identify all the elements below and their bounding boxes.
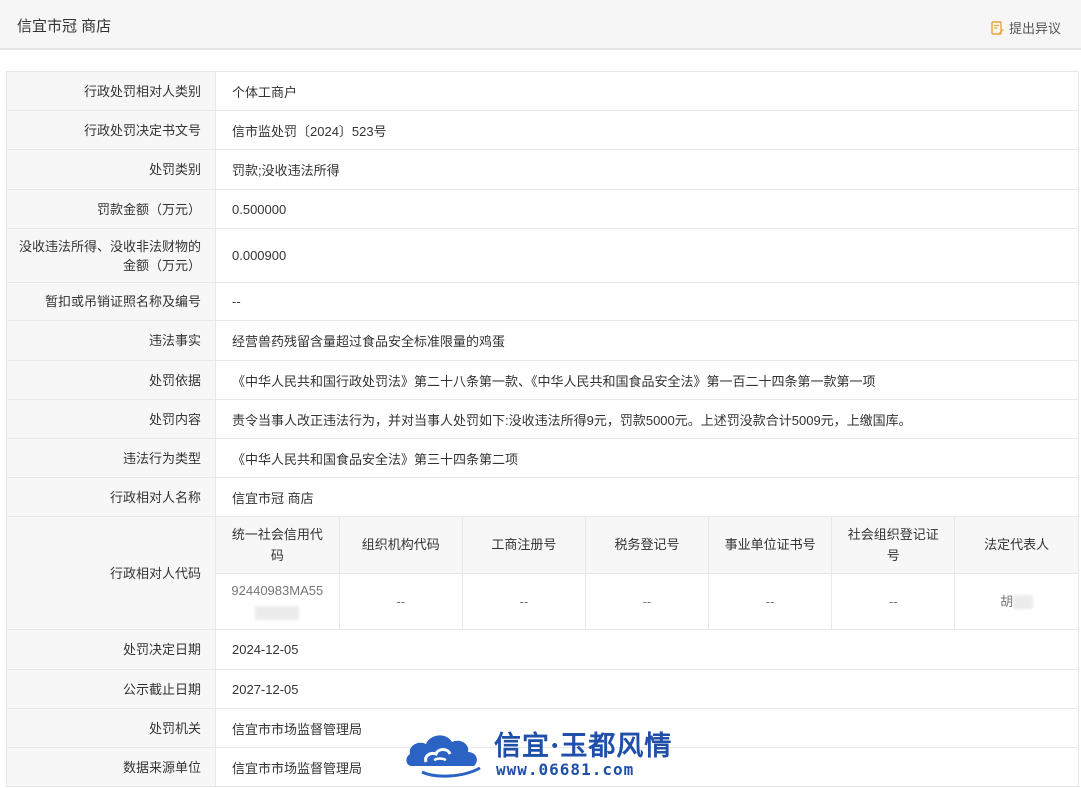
codes-cell: 统一社会信用代码 组织机构代码 工商注册号 税务登记号 事业单位证书号 社会组织… bbox=[215, 516, 1079, 630]
row-value: 0.000900 bbox=[215, 228, 1079, 283]
spacer-band bbox=[0, 52, 1081, 71]
row-value: 《中华人民共和国食品安全法》第三十四条第二项 bbox=[215, 438, 1079, 478]
table-row: 没收违法所得、没收非法财物的金额（万元） 0.000900 bbox=[6, 228, 1079, 283]
row-label: 罚款金额（万元） bbox=[6, 189, 216, 229]
codes-value: -- bbox=[585, 573, 710, 629]
row-label: 处罚依据 bbox=[6, 360, 216, 400]
page-title: 信宜市冠 商店 bbox=[17, 18, 112, 35]
row-label: 没收违法所得、没收非法财物的金额（万元） bbox=[6, 228, 216, 283]
row-value: 《中华人民共和国行政处罚法》第二十八条第一款、《中华人民共和国食品安全法》第一百… bbox=[215, 360, 1079, 400]
codes-value: -- bbox=[708, 573, 833, 629]
codes-header: 统一社会信用代码 bbox=[216, 517, 340, 574]
dispute-button[interactable]: 提出异议 bbox=[991, 18, 1061, 37]
row-label: 处罚类别 bbox=[6, 149, 216, 190]
row-label: 行政相对人名称 bbox=[6, 477, 216, 517]
row-value: 信市监处罚〔2024〕523号 bbox=[215, 110, 1079, 150]
credit-code-cell: 92440983MA55 bbox=[216, 573, 340, 629]
row-label: 处罚机关 bbox=[6, 708, 216, 748]
row-value: 信宜市冠 商店 bbox=[215, 477, 1079, 517]
row-label: 处罚内容 bbox=[6, 399, 216, 439]
codes-header: 事业单位证书号 bbox=[708, 517, 833, 574]
codes-table: 统一社会信用代码 组织机构代码 工商注册号 税务登记号 事业单位证书号 社会组织… bbox=[216, 517, 1078, 629]
codes-header: 税务登记号 bbox=[585, 517, 710, 574]
row-value: 责令当事人改正违法行为，并对当事人处罚如下:没收违法所得9元，罚款5000元。上… bbox=[215, 399, 1079, 439]
row-label: 行政处罚决定书文号 bbox=[6, 110, 216, 150]
codes-value: -- bbox=[339, 573, 463, 629]
dispute-label: 提出异议 bbox=[1008, 21, 1061, 36]
table-row: 处罚依据 《中华人民共和国行政处罚法》第二十八条第一款、《中华人民共和国食品安全… bbox=[6, 360, 1079, 400]
row-value: -- bbox=[215, 282, 1079, 321]
table-row: 行政相对人名称 信宜市冠 商店 bbox=[6, 477, 1079, 517]
document-edit-icon bbox=[991, 20, 1004, 35]
table-row: 罚款金额（万元） 0.500000 bbox=[6, 189, 1079, 229]
codes-header: 法定代表人 bbox=[954, 517, 1078, 574]
row-value: 经营兽药残留含量超过食品安全标准限量的鸡蛋 bbox=[215, 320, 1079, 361]
codes-value: -- bbox=[462, 573, 586, 629]
row-label: 行政相对人代码 bbox=[6, 516, 216, 630]
watermark-url: www.06681.com bbox=[496, 760, 635, 779]
codes-value: -- bbox=[831, 573, 956, 629]
row-value: 0.500000 bbox=[215, 189, 1079, 229]
legal-rep-cell: 胡 bbox=[955, 573, 1078, 629]
credit-code-value: 92440983MA55 bbox=[231, 583, 324, 599]
row-label: 暂扣或吊销证照名称及编号 bbox=[6, 282, 216, 321]
page-header: 信宜市冠 商店 提出异议 bbox=[0, 0, 1081, 50]
row-label: 违法事实 bbox=[6, 320, 216, 361]
row-label: 违法行为类型 bbox=[6, 438, 216, 478]
table-row: 处罚内容 责令当事人改正违法行为，并对当事人处罚如下:没收违法所得9元，罚款50… bbox=[6, 399, 1079, 439]
site-watermark: 信宜·玉都风情 www.06681.com bbox=[404, 722, 680, 782]
codes-header: 工商注册号 bbox=[462, 517, 586, 574]
table-row: 违法事实 经营兽药残留含量超过食品安全标准限量的鸡蛋 bbox=[6, 320, 1079, 361]
codes-header: 组织机构代码 bbox=[339, 517, 463, 574]
watermark-title: 信宜·玉都风情 bbox=[494, 731, 673, 762]
row-label: 处罚决定日期 bbox=[6, 629, 216, 670]
cloud-logo-icon bbox=[406, 735, 481, 778]
row-label: 行政处罚相对人类别 bbox=[6, 71, 216, 111]
table-row: 违法行为类型 《中华人民共和国食品安全法》第三十四条第二项 bbox=[6, 438, 1079, 478]
row-value: 2024-12-05 bbox=[215, 629, 1079, 670]
row-label: 数据来源单位 bbox=[6, 747, 216, 787]
table-row: 处罚决定日期 2024-12-05 bbox=[6, 629, 1079, 670]
redaction-blur bbox=[255, 605, 300, 620]
row-label: 公示截止日期 bbox=[6, 669, 216, 709]
table-row: 行政处罚决定书文号 信市监处罚〔2024〕523号 bbox=[6, 110, 1079, 150]
table-row: 行政处罚相对人类别 个体工商户 bbox=[6, 71, 1079, 111]
table-row: 处罚类别 罚款;没收违法所得 bbox=[6, 149, 1079, 190]
row-value: 个体工商户 bbox=[215, 71, 1079, 111]
table-row: 暂扣或吊销证照名称及编号 -- bbox=[6, 282, 1079, 321]
legal-rep-value: 胡 bbox=[1000, 593, 1014, 609]
codes-header: 社会组织登记证号 bbox=[831, 517, 956, 574]
penalty-detail-table: 行政处罚相对人类别 个体工商户 行政处罚决定书文号 信市监处罚〔2024〕523… bbox=[6, 71, 1079, 787]
redaction-blur bbox=[1013, 595, 1034, 610]
table-row: 行政相对人代码 统一社会信用代码 组织机构代码 工商注册号 税务登记号 事业单位… bbox=[6, 516, 1079, 630]
row-value: 2027-12-05 bbox=[215, 669, 1079, 709]
table-row: 公示截止日期 2027-12-05 bbox=[6, 669, 1079, 709]
row-value: 罚款;没收违法所得 bbox=[215, 149, 1079, 190]
